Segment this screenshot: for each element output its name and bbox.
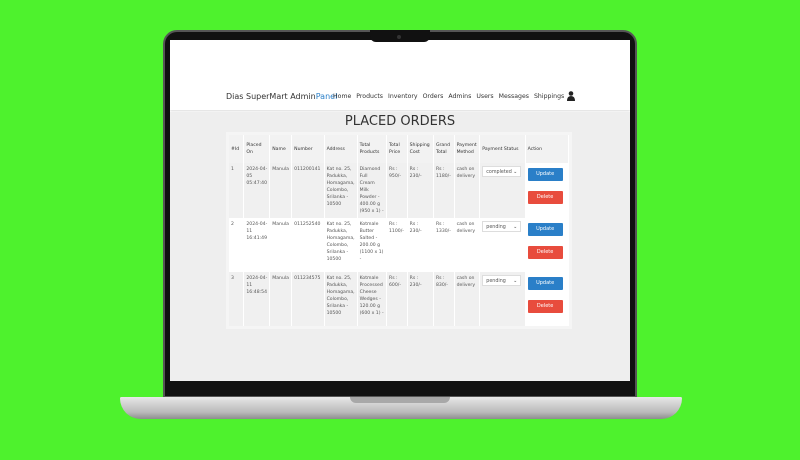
cell-name: Manula <box>269 163 293 218</box>
laptop-lip <box>350 397 450 403</box>
cell-number: 011252540 <box>291 218 325 272</box>
cell-price: Rs : 600/- <box>386 272 408 326</box>
column-header: Total Price <box>386 135 408 163</box>
table-row: 3 2024-04-11 16:48:54 Manula 011234575 Kat n… <box>229 272 570 326</box>
cell-method: cash on delivery <box>454 218 481 272</box>
nav-links: Home Products Inventory Orders Admins Users Me… <box>333 93 564 100</box>
column-header: Name <box>269 135 293 163</box>
orders-table: #Id Placed On Name Number Address Total Produ… <box>226 132 572 329</box>
cell-grand: Rs : 830/- <box>433 272 455 326</box>
cell-id: 2 <box>229 218 245 272</box>
table-header: #Id Placed On Name Number Address Total Produ… <box>229 135 570 163</box>
cell-placed: 2024-04-05 05:47:40 <box>243 163 271 218</box>
payment-status-select[interactable]: completed ⌄ <box>482 166 522 177</box>
nav-users[interactable]: Users <box>476 93 493 100</box>
cell-address: Kat no. 25, Padukka, Homagama, Colombo, … <box>324 163 358 218</box>
nav-home[interactable]: Home <box>333 93 351 100</box>
user-icon[interactable] <box>567 91 575 101</box>
nav-admins[interactable]: Admins <box>448 93 471 100</box>
column-header: #Id <box>229 135 245 163</box>
cell-shipping: Rs : 230/- <box>407 163 434 218</box>
payment-status-select[interactable]: pending ⌄ <box>482 275 522 286</box>
cell-shipping: Rs : 230/- <box>407 272 434 326</box>
cell-id: 1 <box>229 163 245 218</box>
cell-address: Kat no. 25, Padukka, Homagama, Colombo, … <box>324 218 358 272</box>
cell-name: Manula <box>269 218 293 272</box>
cell-status: pending ⌄ <box>479 272 526 326</box>
delete-button[interactable]: Delete <box>527 300 563 313</box>
nav-inventory[interactable]: Inventory <box>388 93 418 100</box>
cell-grand: Rs : 1180/- <box>433 163 455 218</box>
cell-method: cash on delivery <box>454 163 481 218</box>
cell-name: Manula <box>269 272 293 326</box>
cell-products: Kotmale Butter Salted - 200.00 g (1100 x… <box>357 218 388 272</box>
column-header: Shipping Cost <box>407 135 434 163</box>
nav-shippings[interactable]: Shippings <box>534 93 564 100</box>
camera-icon <box>397 35 401 39</box>
navbar: Dias SuperMart AdminPanel Home Products In… <box>170 40 630 110</box>
column-header: Grand Total <box>433 135 455 163</box>
cell-action: Update Delete <box>525 218 570 272</box>
cell-price: Rs : 1100/- <box>386 218 408 272</box>
delete-button[interactable]: Delete <box>527 191 563 204</box>
cell-action: Update Delete <box>525 272 570 326</box>
cell-price: Rs : 950/- <box>386 163 408 218</box>
chevron-down-icon: ⌄ <box>513 225 518 230</box>
table-row: 1 2024-04-05 05:47:40 Manula 011200141 Kat n… <box>229 163 570 218</box>
column-header: Total Products <box>357 135 388 163</box>
cell-products: Diamond Full Cream Milk Powder - 400.00 … <box>357 163 388 218</box>
laptop-screen: Dias SuperMart AdminPanel Home Products In… <box>170 40 630 381</box>
cell-id: 3 <box>229 272 245 326</box>
update-button[interactable]: Update <box>527 277 563 290</box>
column-header: Action <box>525 135 570 163</box>
cell-placed: 2024-04-11 16:48:54 <box>243 272 271 326</box>
cell-action: Update Delete <box>525 163 570 218</box>
column-header: Payment Method <box>454 135 481 163</box>
column-header: Payment Status <box>479 135 526 163</box>
main-content: PLACED ORDERS #Id Placed On Name Number Addr… <box>170 112 630 381</box>
cell-number: 011234575 <box>291 272 325 326</box>
column-header: Placed On <box>243 135 271 163</box>
cell-method: cash on delivery <box>454 272 481 326</box>
update-button[interactable]: Update <box>527 168 563 181</box>
chevron-down-icon: ⌄ <box>513 279 518 284</box>
page-title: PLACED ORDERS <box>344 114 456 129</box>
delete-button[interactable]: Delete <box>527 246 563 259</box>
table-row: 2 2024-04-11 16:41:49 Manula 011252540 Kat n… <box>229 218 570 272</box>
nav-orders[interactable]: Orders <box>423 93 444 100</box>
brand-logo[interactable]: Dias SuperMart AdminPanel <box>226 92 337 101</box>
column-header: Number <box>291 135 325 163</box>
column-header: Address <box>324 135 358 163</box>
cell-number: 011200141 <box>291 163 325 218</box>
nav-products[interactable]: Products <box>356 93 383 100</box>
payment-status-select[interactable]: pending ⌄ <box>482 221 522 232</box>
cell-status: pending ⌄ <box>479 218 526 272</box>
nav-messages[interactable]: Messages <box>499 93 529 100</box>
cell-grand: Rs : 1330/- <box>433 218 455 272</box>
cell-status: completed ⌄ <box>479 163 526 218</box>
chevron-down-icon: ⌄ <box>513 170 518 175</box>
cell-shipping: Rs : 230/- <box>407 218 434 272</box>
cell-placed: 2024-04-11 16:41:49 <box>243 218 271 272</box>
update-button[interactable]: Update <box>527 223 563 236</box>
cell-products: Kotmale Processed Cheese Wedges - 120.00… <box>357 272 388 326</box>
cell-address: Kat no. 25, Padukka, Homagama, Colombo, … <box>324 272 358 326</box>
